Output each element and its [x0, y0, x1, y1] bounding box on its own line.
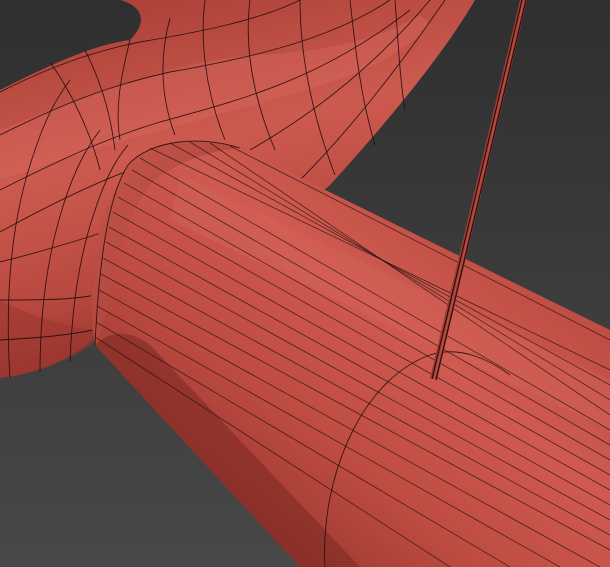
3d-viewport[interactable] [0, 0, 610, 567]
viewport-canvas[interactable] [0, 0, 610, 567]
